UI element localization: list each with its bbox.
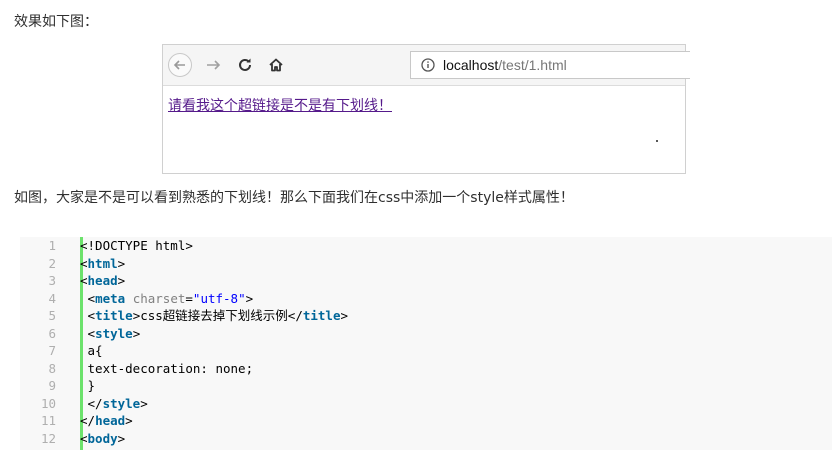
- line-number: 12: [40, 430, 56, 446]
- code-text: <head>: [80, 273, 126, 288]
- code-text: <meta charset="utf-8">: [80, 290, 254, 306]
- code-line: 1 <!DOCTYPE html>: [20, 237, 832, 255]
- line-number: 10: [40, 395, 56, 411]
- line-number: 4: [48, 290, 56, 306]
- code-text: <!DOCTYPE html>: [80, 238, 193, 253]
- browser-toolbar: localhost/test/1.html: [163, 45, 690, 86]
- cursor-speck: [656, 140, 658, 142]
- code-line: 3 <head>: [20, 272, 832, 290]
- back-arrow-icon: [168, 53, 192, 77]
- demo-hyperlink: 请看我这个超链接是不是有下划线！: [168, 98, 392, 114]
- code-text: <style>: [80, 325, 141, 341]
- info-icon: [421, 58, 435, 72]
- line-number: 6: [48, 325, 56, 341]
- intro-text: 效果如下图：: [14, 14, 98, 30]
- code-line: 2 <html>: [20, 255, 832, 273]
- code-text: text-decoration: none;: [80, 360, 254, 376]
- reload-icon: [233, 53, 257, 77]
- code-block: 1 <!DOCTYPE html> 2 <html> 3 <head> 4 <meta ch…: [20, 237, 832, 450]
- url-host: localhost: [443, 57, 499, 73]
- line-number: 2: [48, 255, 56, 271]
- code-text: a{: [80, 343, 103, 358]
- line-number: 8: [48, 360, 56, 376]
- explanation-text: 如图，大家是不是可以看到熟悉的下划线！那么下面我们在css中添加一个style样…: [14, 190, 574, 206]
- code-line: 7 a{: [20, 342, 832, 360]
- code-text: <html>: [80, 255, 126, 271]
- url-path: /test/1.html: [498, 57, 567, 73]
- forward-arrow-icon: [201, 53, 225, 77]
- code-line: 11 </head>: [20, 412, 832, 430]
- code-text: </head>: [80, 413, 133, 428]
- code-line: 8 text-decoration: none;: [20, 360, 832, 378]
- code-line: 4 <meta charset="utf-8">: [20, 290, 832, 308]
- code-text: </style>: [80, 395, 148, 411]
- line-number: 5: [48, 308, 56, 323]
- code-text: }: [80, 378, 96, 393]
- line-number: 9: [48, 378, 56, 393]
- line-number: 3: [48, 273, 56, 288]
- line-number: 7: [48, 343, 56, 358]
- code-line: 5 <title>css超链接去掉下划线示例</title>: [20, 307, 832, 325]
- code-line: 6 <style>: [20, 325, 832, 343]
- code-text: <body>: [80, 430, 126, 446]
- code-line: 10 </style>: [20, 395, 832, 413]
- line-number: 1: [48, 238, 56, 253]
- code-line: 12 <body>: [20, 430, 832, 448]
- home-icon: [264, 53, 288, 77]
- code-line: 9 }: [20, 377, 832, 395]
- browser-screenshot: localhost/test/1.html 请看我这个超链接是不是有下划线！: [162, 44, 690, 174]
- line-number: 11: [40, 413, 56, 428]
- code-text: <title>css超链接去掉下划线示例</title>: [80, 308, 349, 323]
- address-bar: localhost/test/1.html: [410, 51, 690, 79]
